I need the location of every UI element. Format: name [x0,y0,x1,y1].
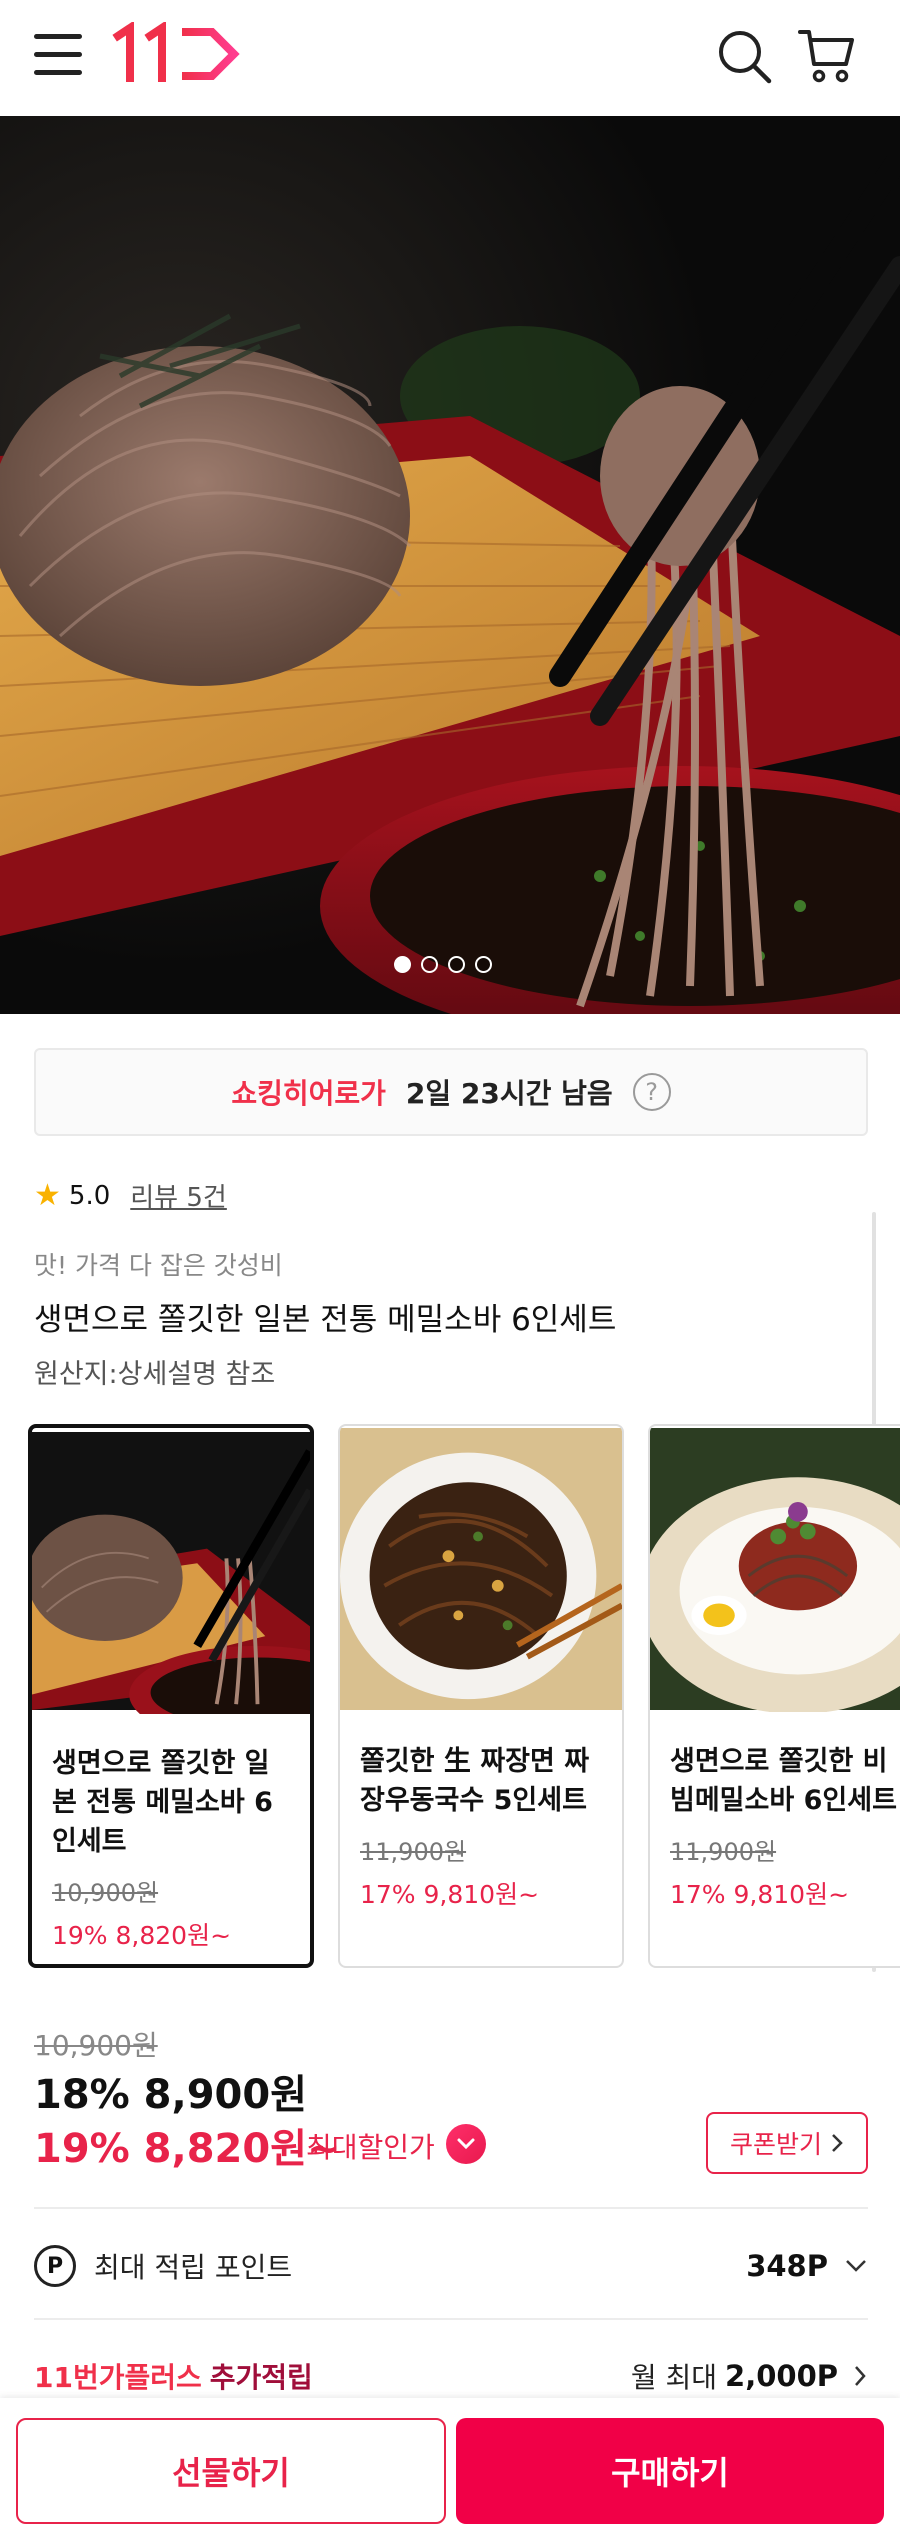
divider [34,2318,868,2320]
buy-button[interactable]: 구매하기 [456,2418,884,2524]
hamburger-menu-icon[interactable] [34,34,82,78]
plus-monthly-label: 월 최대 [630,2361,718,2394]
chevron-down-icon[interactable] [844,2258,868,2274]
option-carousel[interactable]: 생면으로 쫄깃한 일본 전통 메밀소바 6인세트 10,900원 19% 8,8… [28,1424,900,1970]
plus-extra-label: 추가적립 [209,2361,313,2394]
coupon-button[interactable]: 쿠폰받기 [706,2112,868,2174]
point-icon: P [34,2245,76,2287]
origin-info: 원산지:상세설명 참조 [34,1359,276,1390]
carousel-dot[interactable] [448,956,465,973]
option-name: 생면으로 쫄깃한 일본 전통 메밀소바 6인세트 [52,1748,273,1857]
option-name: 생면으로 쫄깃한 비빔메밀소바 6인세트 [670,1746,897,1816]
review-count-link[interactable]: 리뷰 5건 [130,1177,227,1214]
carousel-dots[interactable] [394,956,492,973]
product-hero-image[interactable] [0,116,900,1014]
plus-points-row[interactable]: 11번가플러스 추가적립 월 최대 2,000P [34,2346,868,2406]
rating-score: 5.0 [68,1180,111,1211]
sale-price: 18% 8,900원 [34,2072,307,2118]
option-card[interactable]: 생면으로 쫄깃한 일본 전통 메밀소바 6인세트 10,900원 19% 8,8… [28,1424,314,1968]
shocking-hero-brand: 쇼킹히어로가 [231,1077,386,1110]
chevron-right-icon [832,2134,843,2152]
cart-icon[interactable] [796,24,858,86]
option-original-price: 11,900원 [360,1838,467,1866]
search-icon[interactable] [714,26,774,86]
option-card[interactable]: 쫄깃한 生 짜장면 짜장우동국수 5인세트 11,900원 17% 9,810원… [338,1424,624,1968]
option-image [650,1428,900,1712]
divider [34,2207,868,2209]
plus-value: 2,000P [725,2359,838,2393]
product-title: 생면으로 쫄깃한 일본 전통 메밀소바 6인세트 [34,1302,617,1338]
max-discount-price: 19% 8,820원~ [34,2126,341,2172]
time-remaining: 2일 23시간 남음 [405,1077,613,1110]
points-label: 최대 적립 포인트 [94,2251,293,2284]
star-icon: ★ [34,1178,61,1213]
option-name: 쫄깃한 生 짜장면 짜장우동국수 5인세트 [360,1746,590,1816]
coupon-label: 쿠폰받기 [729,2130,822,2159]
product-tagline: 맛! 가격 다 잡은 갓성비 [34,1251,283,1280]
option-card[interactable]: 생면으로 쫄깃한 비빔메밀소바 6인세트 11,900원 17% 9,810원~ [648,1424,900,1968]
chevron-right-icon[interactable] [852,2364,868,2388]
option-sale-price: 17% 9,810원~ [360,1880,540,1909]
carousel-dot[interactable] [421,956,438,973]
option-sale-price: 17% 9,810원~ [670,1880,850,1909]
11st-logo[interactable] [112,22,242,84]
plus-brand: 11번가플러스 [34,2361,202,2394]
option-original-price: 10,900원 [52,1879,159,1907]
option-sale-price: 19% 8,820원~ [52,1921,232,1950]
points-row[interactable]: P 최대 적립 포인트 348P [34,2236,868,2296]
carousel-dot[interactable] [475,956,492,973]
help-icon[interactable]: ? [632,1073,671,1111]
option-image [32,1432,310,1714]
option-original-price: 11,900원 [670,1838,777,1866]
option-image [340,1428,622,1710]
carousel-dot[interactable] [394,956,411,973]
rating-summary: ★ 5.0 리뷰 5건 [34,1177,227,1214]
soba-photo [0,116,900,1014]
shocking-deal-banner[interactable]: 쇼킹히어로가 2일 23시간 남음 ? [34,1048,868,1136]
chevron-down-icon[interactable] [446,2124,486,2164]
bottom-action-bar: 선물하기 구매하기 [0,2398,900,2539]
gift-button[interactable]: 선물하기 [16,2418,446,2524]
top-header [0,0,900,116]
points-value: 348P [746,2249,828,2283]
max-discount-label: 최대할인가 [306,2131,435,2164]
original-price: 10,900원 [34,2029,158,2062]
